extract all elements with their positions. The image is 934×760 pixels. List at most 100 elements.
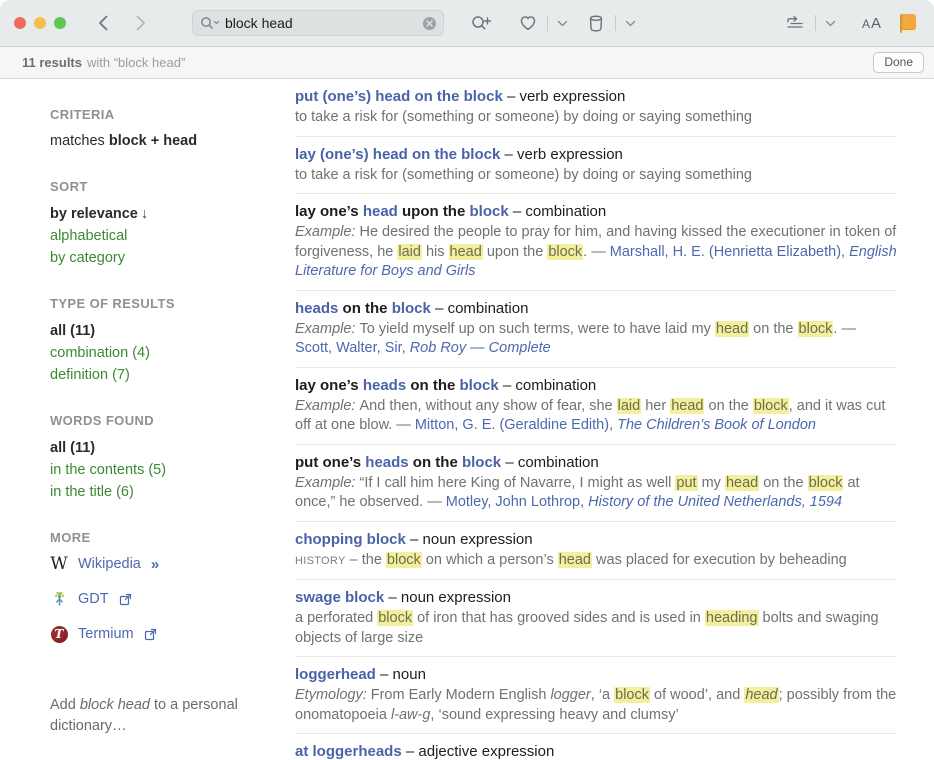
back-button[interactable]: [92, 10, 115, 36]
result-category: verb expression: [517, 146, 623, 163]
trash-group: [582, 10, 640, 37]
trash-dropdown-chevron-icon[interactable]: [621, 16, 640, 31]
filter-words-title[interactable]: in the title (6): [50, 481, 295, 503]
text-segment: Etymology:: [295, 687, 371, 703]
result-title: lay one’s head upon the block – combinat…: [295, 201, 897, 222]
title-category-dash: –: [500, 146, 517, 163]
search-input[interactable]: [221, 15, 422, 31]
sort-by-relevance[interactable]: by relevance↓: [50, 203, 295, 225]
minimize-window-button[interactable]: [34, 17, 46, 29]
headword-segment: chopping block: [295, 531, 406, 548]
text-segment: logger: [550, 687, 590, 703]
add-to-dictionary-link[interactable]: Add block head to a personal dictionary…: [50, 695, 250, 737]
results-list-icon[interactable]: [780, 10, 810, 36]
criteria-term: block + head: [109, 133, 197, 149]
text-segment: Scott, Walter, Sir: [295, 340, 402, 356]
headword-segment: put (one’s) head on the block: [295, 88, 503, 105]
sort-by-category[interactable]: by category: [50, 247, 295, 269]
filter-type-all[interactable]: all (11): [50, 320, 295, 342]
search-field[interactable]: [192, 10, 444, 36]
clear-search-icon[interactable]: [422, 16, 437, 31]
text-segment: “If I call him here King of Navarre, I m…: [359, 475, 675, 491]
termium-link[interactable]: T Termium: [50, 624, 295, 644]
sort-header: SORT: [50, 179, 295, 194]
text-segment: laid: [617, 398, 642, 414]
headword-segment: loggerhead: [295, 666, 376, 683]
search-scope-icon[interactable]: [199, 15, 221, 31]
result-description: to take a risk for (something or someone…: [295, 166, 897, 186]
trash-icon[interactable]: [582, 10, 610, 37]
filter-type-combination[interactable]: combination (4): [50, 342, 295, 364]
done-button[interactable]: Done: [873, 52, 924, 73]
favorites-dropdown-chevron-icon[interactable]: [553, 16, 572, 31]
text-segment: upon the: [483, 244, 548, 260]
wikipedia-link[interactable]: W Wikipedia »: [50, 554, 295, 574]
results-list-dropdown-chevron-icon[interactable]: [821, 16, 840, 31]
results-count: 11 results: [22, 55, 82, 70]
text-segment: Example:: [295, 398, 359, 414]
favorites-heart-icon[interactable]: [514, 10, 542, 36]
toolbar-divider: [547, 15, 548, 31]
result-title: put one’s heads on the block – combinati…: [295, 452, 897, 473]
result-entry[interactable]: lay (one’s) head on the block – verb exp…: [295, 137, 897, 195]
text-size-button[interactable]: AA: [858, 11, 886, 36]
text-segment: , ‘a: [591, 687, 614, 703]
text-size-icon: AA: [862, 15, 882, 32]
add-search-button[interactable]: [466, 10, 496, 36]
headword-segment: lay one’s: [295, 203, 363, 220]
gdt-link[interactable]: GDT: [50, 589, 295, 609]
text-segment: her: [641, 398, 670, 414]
results-list: put (one’s) head on the block – verb exp…: [295, 79, 897, 759]
text-segment: on the: [759, 475, 807, 491]
text-segment: laid: [397, 244, 422, 260]
sort-group: SORT by relevance↓ alphabetical by categ…: [50, 179, 295, 269]
result-category: noun expression: [423, 531, 533, 548]
text-segment: head: [744, 687, 778, 703]
result-description: HISTORY – the block on which a person’s …: [295, 551, 897, 572]
filter-type-definition[interactable]: definition (7): [50, 364, 295, 386]
sort-direction-arrow-icon[interactable]: ↓: [141, 206, 148, 222]
app-window: AA 11 results with “block head” Done CRI…: [0, 0, 934, 760]
result-entry[interactable]: put one’s heads on the block – combinati…: [295, 445, 897, 522]
headword-segment: block: [462, 454, 501, 471]
result-title: swage block – noun expression: [295, 587, 897, 608]
close-window-button[interactable]: [14, 17, 26, 29]
filters-sidebar: CRITERIA matches block + head SORT by re…: [0, 79, 295, 759]
filter-words-contents[interactable]: in the contents (5): [50, 459, 295, 481]
result-entry[interactable]: heads on the block – combinationExample:…: [295, 291, 897, 368]
results-header-bar: 11 results with “block head” Done: [0, 47, 934, 79]
text-segment: From Early Modern English: [371, 687, 551, 703]
type-of-results-header: TYPE OF RESULTS: [50, 296, 295, 311]
result-entry[interactable]: put (one’s) head on the block – verb exp…: [295, 79, 897, 137]
dictionary-book-button[interactable]: [896, 10, 920, 37]
result-title: lay (one’s) head on the block – verb exp…: [295, 144, 897, 165]
favorites-group: [514, 10, 572, 36]
result-entry[interactable]: chopping block – noun expressionHISTORY …: [295, 522, 897, 581]
filter-words-all[interactable]: all (11): [50, 437, 295, 459]
result-entry[interactable]: swage block – noun expressiona perforate…: [295, 580, 897, 657]
text-segment: block: [753, 398, 789, 414]
result-description: Example: And then, without any show of f…: [295, 397, 897, 436]
text-segment: Motley, John Lothrop: [446, 494, 580, 510]
gdt-tree-icon: [50, 590, 68, 608]
result-entry[interactable]: lay one’s head upon the block – combinat…: [295, 194, 897, 291]
text-segment: ,: [609, 417, 617, 433]
result-entry[interactable]: lay one’s heads on the block – combinati…: [295, 368, 897, 445]
result-description: Etymology: From Early Modern English log…: [295, 686, 897, 725]
title-category-dash: –: [376, 666, 393, 683]
text-segment: block: [808, 475, 844, 491]
sort-alphabetical[interactable]: alphabetical: [50, 225, 295, 247]
text-segment: on the: [704, 398, 752, 414]
headword-segment: heads: [365, 454, 408, 471]
result-entry[interactable]: at loggerheads – adjective expressionEty…: [295, 734, 897, 760]
result-entry[interactable]: loggerhead – nounEtymology: From Early M…: [295, 657, 897, 734]
text-segment: on which a person’s: [422, 552, 558, 568]
result-title: lay one’s heads on the block – combinati…: [295, 375, 897, 396]
headword-segment: head: [363, 203, 398, 220]
text-segment: And then, without any show of fear, she: [359, 398, 616, 414]
words-found-group: WORDS FOUND all (11) in the contents (5)…: [50, 413, 295, 503]
title-category-dash: –: [503, 88, 520, 105]
zoom-window-button[interactable]: [54, 17, 66, 29]
result-category: verb expression: [519, 88, 625, 105]
forward-button[interactable]: [129, 10, 152, 36]
